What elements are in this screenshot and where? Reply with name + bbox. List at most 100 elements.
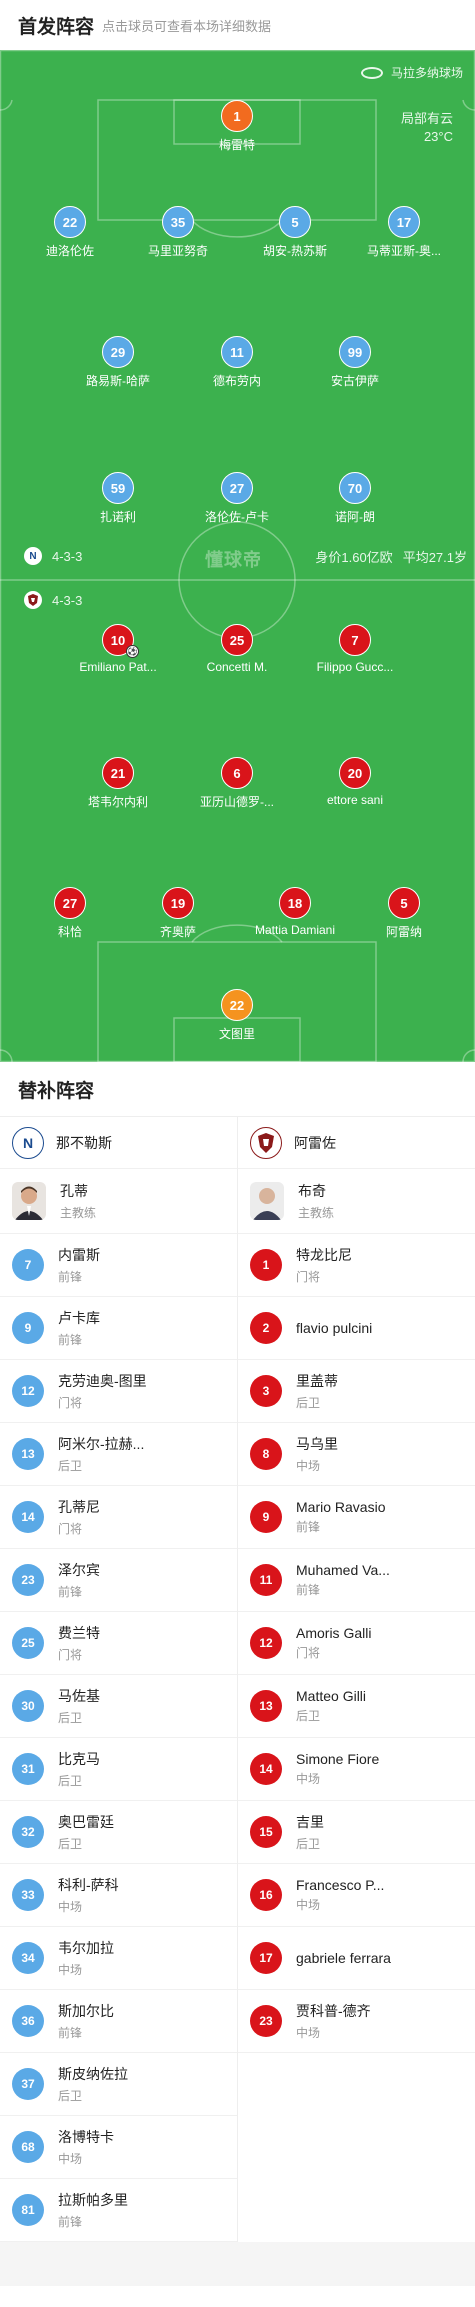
- home-player[interactable]: 17 马蒂亚斯-奥...: [344, 206, 464, 259]
- lineup-hint: 点击球员可查看本场详细数据: [102, 18, 272, 34]
- away-sub-row[interactable]: 8 马乌里 中场: [238, 1423, 475, 1486]
- jersey-number: 59: [102, 472, 134, 504]
- weather-condition: 局部有云: [400, 111, 453, 126]
- home-player[interactable]: 29 路易斯-哈萨: [58, 336, 178, 389]
- sub-player-position: 中场: [58, 1900, 83, 1914]
- home-coach-role: 主教练: [60, 1206, 97, 1220]
- away-player[interactable]: 18 Mattia Damiani: [235, 887, 355, 937]
- away-sub-row[interactable]: 13 Matteo Gilli 后卫: [238, 1675, 475, 1738]
- stadium-label: 马拉多纳球场: [360, 64, 463, 81]
- home-sub-row[interactable]: 68 洛博特卡 中场: [0, 2116, 237, 2179]
- home-player[interactable]: 22 迪洛伦佐: [10, 206, 130, 259]
- jersey-number: 22: [221, 989, 253, 1021]
- sub-player-name: Matteo Gilli: [296, 1688, 367, 1704]
- home-sub-row[interactable]: 25 费兰特 门将: [0, 1612, 237, 1675]
- sub-player-name: flavio pulcini: [296, 1320, 373, 1336]
- home-player[interactable]: 5 胡安-热苏斯: [235, 206, 355, 259]
- home-sub-row[interactable]: 7 内雷斯 前锋: [0, 1234, 237, 1297]
- away-team-row[interactable]: 阿雷佐: [238, 1117, 475, 1169]
- player-name: 齐奥萨: [159, 925, 196, 939]
- away-sub-row[interactable]: 3 里盖蒂 后卫: [238, 1360, 475, 1423]
- jersey-number: 30: [12, 1690, 44, 1722]
- sub-player-name: 克劳迪奥-图里: [58, 1373, 147, 1389]
- away-player[interactable]: 27 科恰: [10, 887, 130, 940]
- away-sub-row[interactable]: 14 Simone Fiore 中场: [238, 1738, 475, 1801]
- home-player[interactable]: 59 扎诺利: [58, 472, 178, 525]
- away-coach-row[interactable]: 布奇 主教练: [238, 1169, 475, 1234]
- sub-player-position: 前锋: [58, 1585, 83, 1599]
- home-sub-row[interactable]: 9 卢卡库 前锋: [0, 1297, 237, 1360]
- jersey-number: 13: [250, 1690, 282, 1722]
- home-sub-row[interactable]: 31 比克马 后卫: [0, 1738, 237, 1801]
- sub-player-position: 门将: [296, 1646, 321, 1660]
- jersey-number: 23: [250, 2005, 282, 2037]
- away-sub-row[interactable]: 15 吉里 后卫: [238, 1801, 475, 1864]
- away-sub-row[interactable]: 23 贾科普-德齐 中场: [238, 1990, 475, 2053]
- away-player[interactable]: 19 齐奥萨: [118, 887, 238, 940]
- arezzo-logo-icon: [250, 1126, 282, 1159]
- away-player[interactable]: 21 塔韦尔内利: [58, 757, 178, 810]
- jersey-number: 16: [250, 1879, 282, 1911]
- away-sub-row[interactable]: 2 flavio pulcini: [238, 1297, 475, 1360]
- away-player[interactable]: 6 亚历山德罗-...: [177, 757, 297, 810]
- sub-player-position: 中场: [296, 1459, 321, 1473]
- player-name: 安古伊萨: [330, 374, 379, 388]
- jersey-number: 12: [12, 1375, 44, 1407]
- home-sub-row[interactable]: 81 拉斯帕多里 前锋: [0, 2179, 237, 2242]
- home-sub-row[interactable]: 23 泽尔宾 前锋: [0, 1549, 237, 1612]
- away-sub-row[interactable]: 9 Mario Ravasio 前锋: [238, 1486, 475, 1549]
- jersey-number: 27: [221, 472, 253, 504]
- away-subs-column: 阿雷佐 布奇 主教练 1 特龙比尼 门将 2 flavio pulcini 3 里盖蒂 后卫 8…: [237, 1117, 475, 2242]
- away-sub-row[interactable]: 1 特龙比尼 门将: [238, 1234, 475, 1297]
- sub-player-name: 孔蒂尼: [58, 1499, 100, 1515]
- home-player[interactable]: 35 马里亚努奇: [118, 206, 238, 259]
- home-player[interactable]: 1 梅雷特: [177, 100, 297, 153]
- home-sub-row[interactable]: 30 马佐基 后卫: [0, 1675, 237, 1738]
- jersey-number: 32: [12, 1816, 44, 1848]
- home-player[interactable]: 27 洛伦佐-卢卡: [177, 472, 297, 525]
- home-subs-list: 7 内雷斯 前锋 9 卢卡库 前锋 12 克劳迪奥-图里 门将 13 阿米尔-拉赫... 后卫 14 孔蒂…: [0, 1234, 237, 2242]
- weather-info: 局部有云 23°C: [401, 110, 453, 146]
- football-pitch: 马拉多纳球场 局部有云 23°C 懂球帝 N 4-3-3 4-3-3 身价1.6…: [0, 50, 475, 1062]
- home-sub-row[interactable]: 37 斯皮纳佐拉 后卫: [0, 2053, 237, 2116]
- sub-player-position: 后卫: [58, 1459, 83, 1473]
- jersey-number: 9: [12, 1312, 44, 1344]
- sub-player-name: 费兰特: [58, 1625, 100, 1641]
- home-team-row[interactable]: N 那不勒斯: [0, 1117, 237, 1169]
- home-sub-row[interactable]: 34 韦尔加拉 中场: [0, 1927, 237, 1990]
- away-sub-row[interactable]: 11 Muhamed Va... 前锋: [238, 1549, 475, 1612]
- home-sub-row[interactable]: 14 孔蒂尼 门将: [0, 1486, 237, 1549]
- away-player[interactable]: 10 ⚽ Emiliano Pat...: [58, 624, 178, 674]
- home-sub-row[interactable]: 33 科利-萨科 中场: [0, 1864, 237, 1927]
- away-formation-label: 4-3-3: [52, 592, 83, 608]
- home-sub-row[interactable]: 12 克劳迪奥-图里 门将: [0, 1360, 237, 1423]
- away-subs-list: 1 特龙比尼 门将 2 flavio pulcini 3 里盖蒂 后卫 8 马乌里 中场 9 Mario…: [238, 1234, 475, 2053]
- away-sub-row[interactable]: 17 gabriele ferrara: [238, 1927, 475, 1990]
- jersey-number: 1: [221, 100, 253, 132]
- home-player[interactable]: 99 安古伊萨: [295, 336, 415, 389]
- away-player[interactable]: 22 文图里: [177, 989, 297, 1042]
- home-sub-row[interactable]: 32 奥巴雷廷后卫: [0, 1801, 237, 1864]
- home-coach-row[interactable]: 孔蒂 主教练: [0, 1169, 237, 1234]
- sub-player-position: 中场: [296, 1772, 321, 1786]
- away-player[interactable]: 7 Filippo Gucc...: [295, 624, 415, 674]
- home-coach-name: 孔蒂: [60, 1183, 88, 1199]
- away-sub-row[interactable]: 16 Francesco P... 中场: [238, 1864, 475, 1927]
- player-name: 扎诺利: [99, 510, 136, 524]
- jersey-number: 7: [12, 1249, 44, 1281]
- jersey-number: 33: [12, 1879, 44, 1911]
- sub-player-position: 后卫: [58, 1711, 83, 1725]
- sub-player-position: 中场: [296, 2026, 321, 2040]
- sub-player-name: 奥巴雷廷: [58, 1814, 114, 1830]
- sub-player-position: 后卫: [58, 1837, 83, 1851]
- home-sub-row[interactable]: 13 阿米尔-拉赫... 后卫: [0, 1423, 237, 1486]
- away-player[interactable]: 25 Concetti M.: [177, 624, 297, 674]
- away-sub-row[interactable]: 12 Amoris Galli 门将: [238, 1612, 475, 1675]
- jersey-number: 13: [12, 1438, 44, 1470]
- home-player[interactable]: 70 诺阿-朗: [295, 472, 415, 525]
- away-player[interactable]: 5 阿雷纳: [344, 887, 464, 940]
- team-average-age: 平均27.1岁: [402, 550, 467, 565]
- home-player[interactable]: 11 德布劳内: [177, 336, 297, 389]
- home-sub-row[interactable]: 36 斯加尔比 前锋: [0, 1990, 237, 2053]
- away-player[interactable]: 20 ettore sani: [295, 757, 415, 807]
